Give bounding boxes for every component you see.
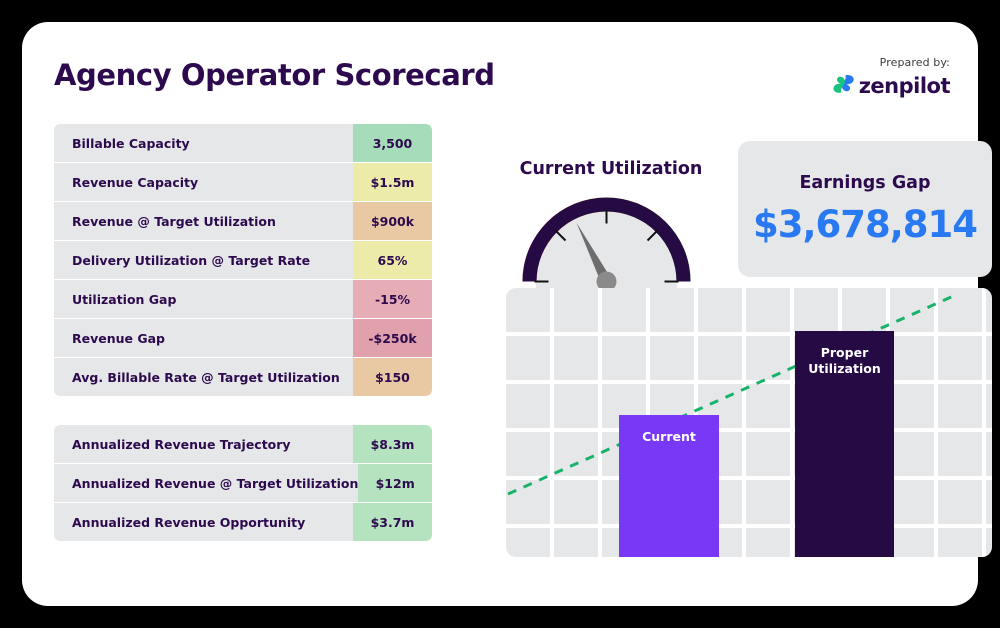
prepared-by-block: Prepared by: zenpilot xyxy=(833,56,951,98)
table-row: Annualized Revenue @ Target Utilization $… xyxy=(54,464,432,502)
zenpilot-logo-icon xyxy=(833,74,855,98)
row-label: Revenue @ Target Utilization xyxy=(54,202,353,240)
bar-proper-utilization-label: Proper Utilization xyxy=(808,345,881,377)
row-label: Delivery Utilization @ Target Rate xyxy=(54,241,353,279)
trendline xyxy=(507,292,959,496)
row-label: Annualized Revenue Opportunity xyxy=(54,503,353,541)
table-row: Delivery Utilization @ Target Rate 65% xyxy=(54,241,432,279)
row-value: 65% xyxy=(353,241,432,279)
bar-chart: Current Proper Utilization xyxy=(506,288,992,557)
row-value: $3.7m xyxy=(353,503,432,541)
earnings-gap-label: Earnings Gap xyxy=(799,172,931,193)
row-label: Utilization Gap xyxy=(54,280,353,318)
gauge-title: Current Utilization xyxy=(519,159,703,179)
table-row: Annualized Revenue Trajectory $8.3m xyxy=(54,425,432,463)
brand-logo: zenpilot xyxy=(833,74,951,98)
annualized-table: Annualized Revenue Trajectory $8.3m Annual… xyxy=(54,425,432,541)
brand-name: zenpilot xyxy=(858,74,951,98)
table-row: Annualized Revenue Opportunity $3.7m xyxy=(54,503,432,541)
earnings-gap-value: $3,678,814 xyxy=(752,202,978,246)
row-value: $12m xyxy=(358,464,432,502)
bar-current-label: Current xyxy=(642,429,696,444)
row-label: Avg. Billable Rate @ Target Utilization xyxy=(54,358,353,396)
row-value: -15% xyxy=(353,280,432,318)
bar-proper-utilization: Proper Utilization xyxy=(795,331,894,557)
metrics-table: Billable Capacity 3,500 Revenue Capacity $1… xyxy=(54,124,432,396)
row-label: Revenue Capacity xyxy=(54,163,353,201)
page-title: Agency Operator Scorecard xyxy=(54,58,495,92)
table-row: Revenue Capacity $1.5m xyxy=(54,163,432,201)
prepared-by-label: Prepared by: xyxy=(879,56,950,69)
row-value: $1.5m xyxy=(353,163,432,201)
table-row: Avg. Billable Rate @ Target Utilization $… xyxy=(54,358,432,396)
row-label: Annualized Revenue @ Target Utilization xyxy=(54,464,359,502)
row-label: Revenue Gap xyxy=(54,319,353,357)
row-value: -$250k xyxy=(353,319,432,357)
row-value: $8.3m xyxy=(353,425,432,463)
table-row: Utilization Gap -15% xyxy=(54,280,432,318)
table-row: Revenue @ Target Utilization $900k xyxy=(54,202,432,240)
table-row: Revenue Gap -$250k xyxy=(54,319,432,357)
scorecard-card: Agency Operator Scorecard Prepared by: z… xyxy=(22,22,992,606)
row-label: Annualized Revenue Trajectory xyxy=(54,425,353,463)
row-value: $900k xyxy=(353,202,432,240)
row-value: $150 xyxy=(353,358,432,396)
earnings-gap-card: Earnings Gap $3,678,814 xyxy=(738,141,992,277)
bar-current: Current xyxy=(619,415,719,557)
table-row: Billable Capacity 3,500 xyxy=(54,124,432,162)
row-value: 3,500 xyxy=(353,124,432,162)
row-label: Billable Capacity xyxy=(54,124,353,162)
